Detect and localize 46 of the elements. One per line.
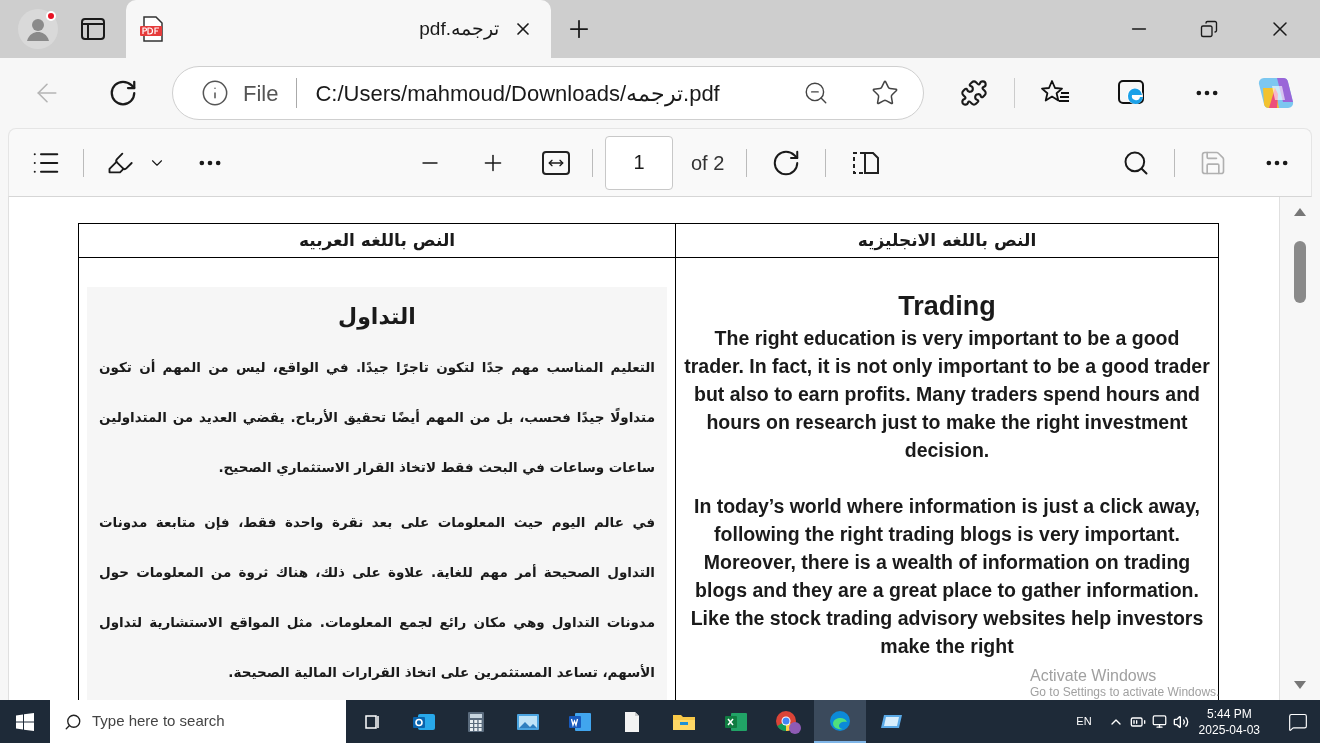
refresh-icon[interactable]: [108, 78, 138, 108]
start-icon[interactable]: [16, 712, 34, 731]
restore-icon[interactable]: [1200, 20, 1218, 38]
blank-file-icon: [623, 710, 641, 733]
notifications-icon[interactable]: [1288, 711, 1308, 732]
tab-actions-icon[interactable]: [80, 16, 106, 42]
language-indicator[interactable]: EN: [1076, 713, 1092, 730]
pdf-file-icon: [138, 15, 166, 43]
taskbar-search-field[interactable]: Type here to search: [50, 700, 346, 743]
clock-time[interactable]: 5:44 PM: [1206, 705, 1252, 722]
calculator-icon: [466, 710, 486, 733]
browser-avatar-icon: [774, 708, 802, 735]
wave-browser-icon: [828, 708, 852, 733]
arabic-paragraph: في عالم اليوم حيث المعلومات على بعد نقرة واحدة فقط، فإن متابعة مدونات التداول الصحيحة أمر مهم للغاية. علاوة على ذلك، هناك ثروة من المعلومات حول مدونات التداول وهي مكان رائع لجمع المعلومات. مثل المواقع الاستشارية لتداول الأسهم، تساعد المستثمرين على اتخاذ القرارات المالية الصحيحة.: [99, 513, 655, 682]
column-header: النص باللغه الانجليزيه: [856, 228, 1038, 253]
page-number-field[interactable]: 1: [605, 135, 673, 190]
tab-title: ترجمه.pdf: [419, 16, 499, 42]
english-paragraph: In today’s world where information is just a click away, following the right trading blogs is very important. Moreover, there is a wealth of information on trading blogs and they are a great place to gather information. Like the stock trading advisory websites help investors make the right: [689, 494, 1205, 659]
url-text: C:/Users/mahmoud/Downloads/ترجمه.pdf: [315, 79, 720, 109]
scheme-label: File: [243, 79, 279, 108]
picture-frame-icon: [516, 711, 540, 732]
favorite-star-icon[interactable]: [871, 79, 899, 107]
fit-width-icon[interactable]: [542, 150, 570, 175]
two-page-icon[interactable]: [850, 149, 881, 176]
document-w-icon: [568, 710, 592, 733]
profile-button[interactable]: [18, 9, 58, 49]
activation-title: Activate Windows: [1030, 667, 1158, 685]
arabic-title: التداول: [337, 303, 417, 332]
clock-date[interactable]: 2025-04-03: [1198, 721, 1260, 738]
extensions-icon[interactable]: [960, 79, 988, 107]
search-placeholder: Type here to search: [92, 711, 225, 732]
search-icon: [64, 712, 82, 731]
english-title: Trading: [897, 290, 997, 323]
browser-tab[interactable]: ترجمه.pdf: [126, 0, 551, 58]
scroll-thumb[interactable]: [1294, 241, 1306, 303]
page-count: of 2: [691, 150, 725, 176]
column-header: النص باللغه العربيه: [79, 224, 676, 257]
info-icon[interactable]: [201, 79, 229, 107]
volume-icon[interactable]: [1172, 713, 1189, 730]
scroll-up-icon[interactable]: [1293, 207, 1307, 217]
arabic-paragraph: التعليم المناسب مهم جدًا لتكون تاجرًا جيدًا. في الواقع، ليس من المهم أن تكون متداولًا جيدًا فحسب، بل من المهم أيضًا تحقيق الأرباح. يقضي العديد من المتداولين ساعات وساعات في البحث فقط لاتخاذ القرار الاستثماري الصحيح.: [99, 358, 655, 478]
english-paragraph: The right education is very important to be a good trader. In fact, it is not only important to be a good trader but also to earn profits. Many traders spend hours and hours on research just to make the right investment decision.: [684, 326, 1210, 463]
scroll-down-icon[interactable]: [1293, 680, 1307, 690]
zoom-out-icon[interactable]: [803, 80, 829, 106]
network-icon[interactable]: [1151, 714, 1167, 729]
spreadsheet-icon: [724, 710, 748, 733]
